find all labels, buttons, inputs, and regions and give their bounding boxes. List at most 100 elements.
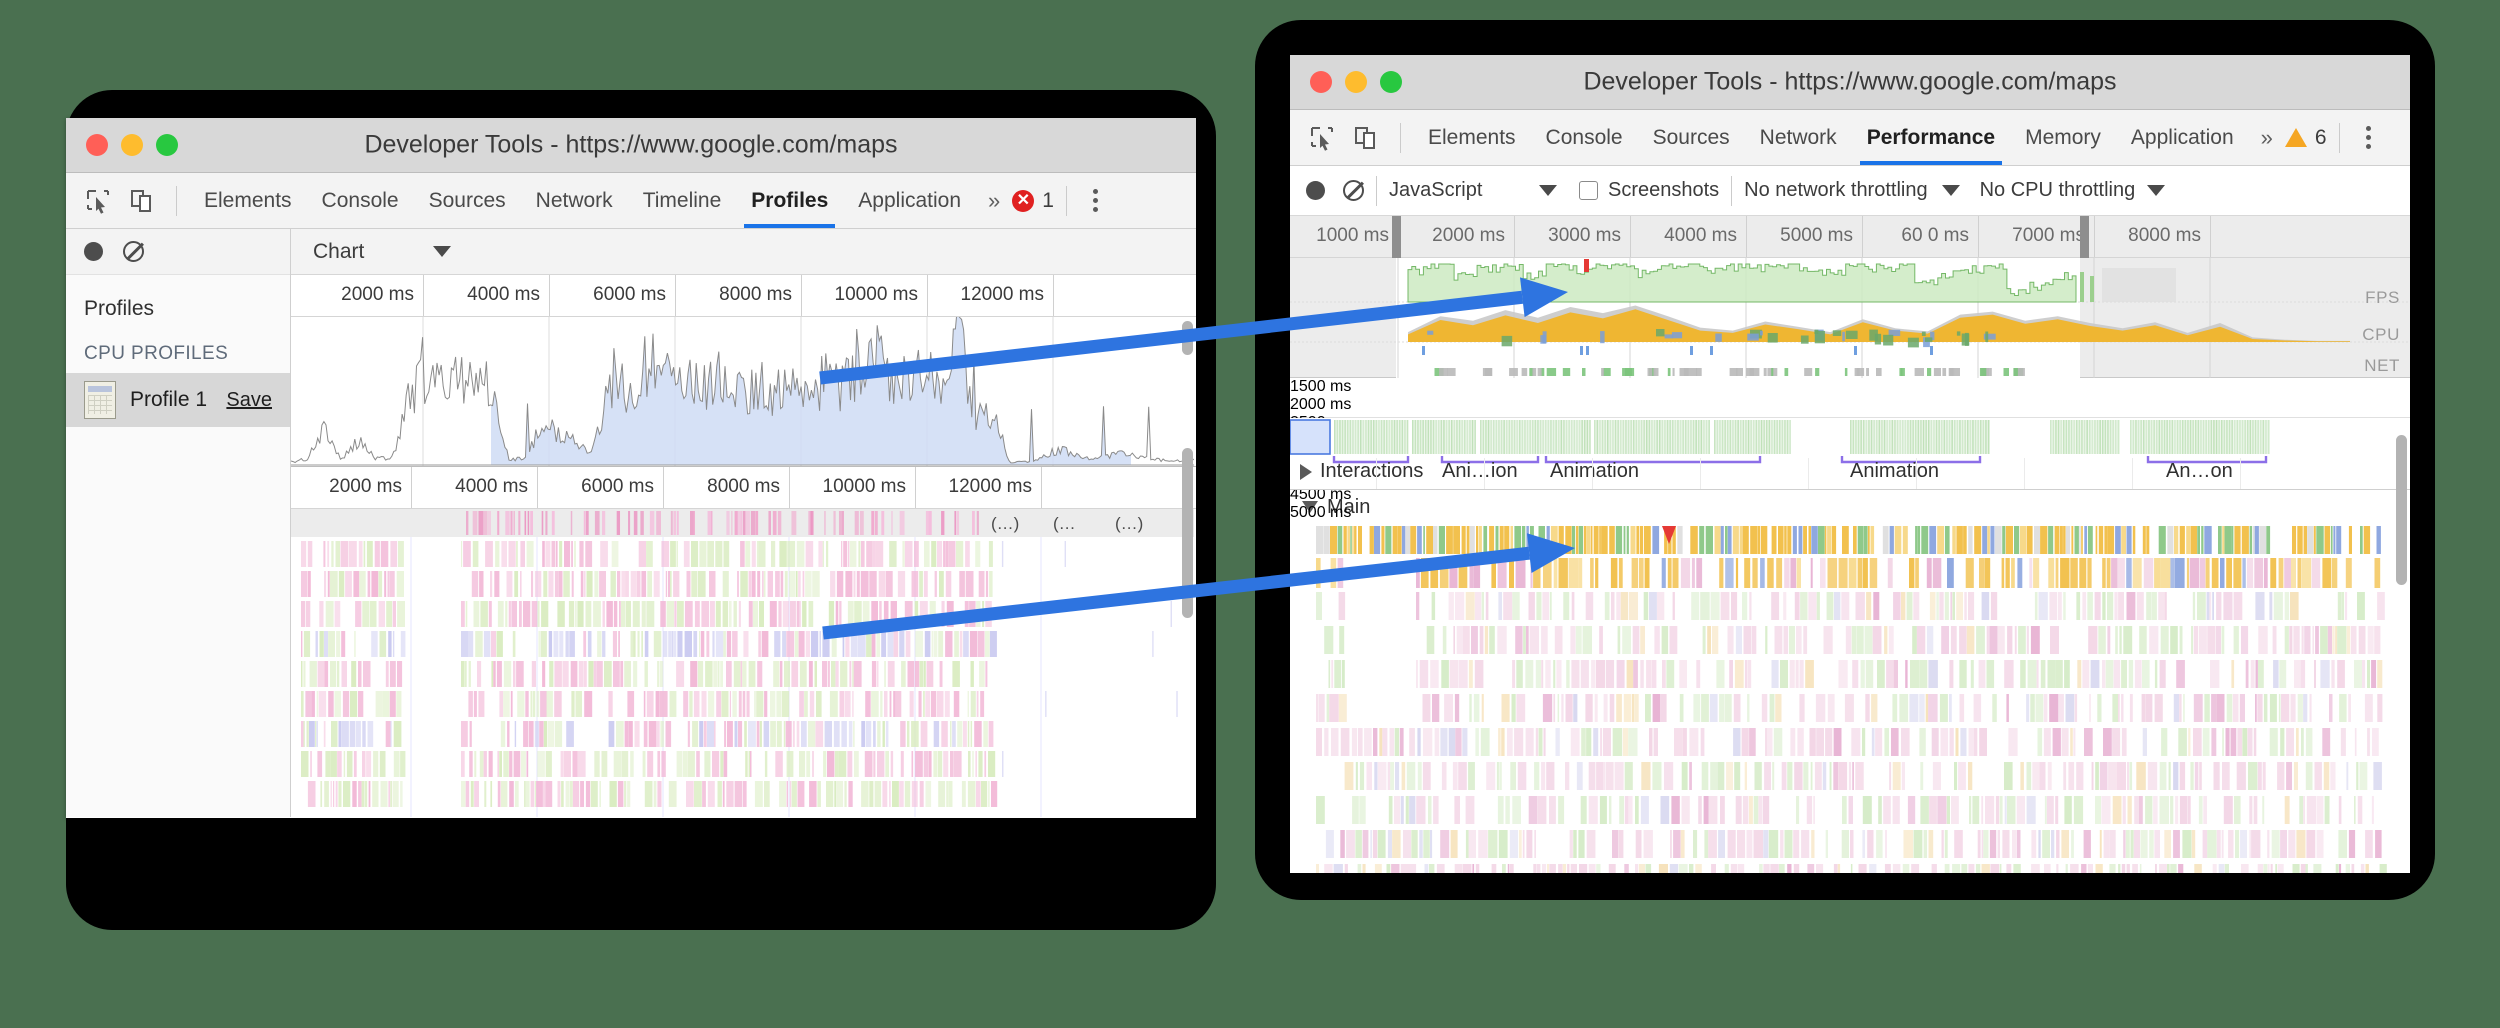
chevron-right-icon[interactable] — [1300, 464, 1312, 480]
ruler-tick — [915, 467, 916, 508]
overview-window-handle-right[interactable] — [2080, 216, 2089, 258]
profile-type-label[interactable]: JavaScript — [1389, 179, 1539, 202]
right-window-title: Developer Tools - https://www.google.com… — [1290, 68, 2410, 97]
left-window-body: Profiles CPU PROFILES Profile 1 Save Cha… — [66, 229, 1196, 817]
more-tabs-icon[interactable]: » — [976, 188, 1012, 214]
toolbar-divider-2 — [1066, 186, 1067, 216]
ruler-tick-label: 8000 ms — [719, 284, 801, 306]
ruler-tick — [675, 275, 676, 316]
left-devtools-window: Developer Tools - https://www.google.com… — [66, 118, 1196, 818]
inspect-element-icon[interactable] — [1305, 121, 1339, 155]
tab-network[interactable]: Network — [521, 173, 628, 228]
ruler-tick-label: 4000 ms — [455, 476, 537, 498]
cpu-profile-overview-chart[interactable] — [291, 317, 1196, 467]
chevron-down-icon[interactable] — [433, 246, 451, 257]
ruler-tick-label: 10000 ms — [835, 284, 927, 306]
chevron-down-icon[interactable] — [1942, 185, 1960, 196]
ruler-tick-label: 2000 ms — [1432, 225, 1514, 247]
cpu-throttling-label[interactable]: No CPU throttling — [1980, 179, 2136, 202]
ruler-tick-label: 1500 ms — [1290, 378, 2410, 396]
kebab-menu-icon[interactable] — [2352, 126, 2385, 149]
overview-scrollbar[interactable] — [1182, 321, 1193, 355]
screenshots-checkbox[interactable] — [1579, 181, 1598, 200]
cpu-overview-svg — [291, 317, 1194, 467]
ruler-tick-label: 5000 ms — [1290, 504, 2410, 522]
ruler-tick — [2210, 216, 2211, 257]
ruler-tick — [2094, 216, 2095, 257]
svg-text:(…): (…) — [1115, 514, 1143, 533]
ruler-tick — [801, 275, 802, 316]
inspect-element-icon[interactable] — [81, 184, 115, 218]
ruler-tick-label: 5000 ms — [1780, 225, 1862, 247]
animation-label-3: Animation — [1850, 460, 1939, 483]
main-flame-chart[interactable] — [1290, 524, 2410, 873]
ruler-tick-label: 6000 ms — [581, 476, 663, 498]
tab-timeline[interactable]: Timeline — [628, 173, 737, 228]
gridline — [2132, 458, 2133, 489]
screenshots-label[interactable]: Screenshots — [1608, 179, 1719, 202]
toolbar-divider — [176, 186, 177, 216]
ruler-tick — [537, 467, 538, 508]
main-flame-scrollbar[interactable] — [2396, 435, 2407, 585]
overview-window-handle-left[interactable] — [1392, 216, 1401, 258]
sidebar-header: Profiles — [66, 275, 290, 331]
ruler-tick-label: 2000 ms — [341, 284, 423, 306]
network-throttling-label[interactable]: No network throttling — [1744, 179, 1927, 202]
cpu-profile-icon — [84, 381, 116, 419]
tab-performance[interactable]: Performance — [1852, 110, 2010, 165]
left-titlebar: Developer Tools - https://www.google.com… — [66, 118, 1196, 173]
record-icon[interactable] — [1306, 181, 1325, 200]
gridline — [2240, 458, 2241, 489]
warning-icon — [2285, 128, 2307, 147]
tab-sources[interactable]: Sources — [1638, 110, 1745, 165]
chevron-down-icon[interactable] — [2147, 185, 2165, 196]
tab-elements[interactable]: Elements — [1413, 110, 1531, 165]
kebab-menu-icon[interactable] — [1079, 189, 1112, 212]
left-tab-list: Elements Console Sources Network Timelin… — [189, 173, 976, 228]
tab-console[interactable]: Console — [307, 173, 414, 228]
ruler-tick-label: 60 0 ms — [1901, 225, 1978, 247]
view-mode-label: Chart — [313, 240, 433, 264]
ruler-tick — [411, 467, 412, 508]
clear-icon[interactable] — [123, 241, 144, 262]
profiles-sidebar-toolbar — [66, 229, 290, 275]
overview-row-label-fps: FPS — [2365, 288, 2400, 308]
ruler-tick-label: 1000 ms — [1316, 225, 1398, 247]
tab-profiles[interactable]: Profiles — [736, 173, 843, 228]
performance-overview[interactable]: FPS CPU NET — [1290, 258, 2410, 378]
tab-console[interactable]: Console — [1531, 110, 1638, 165]
tab-network[interactable]: Network — [1745, 110, 1852, 165]
sidebar-item-profile-1[interactable]: Profile 1 Save — [66, 373, 290, 427]
error-count-badge[interactable]: ✕ 1 — [1012, 189, 1054, 213]
tab-application[interactable]: Application — [2116, 110, 2249, 165]
detail-ruler: 2000 ms4000 ms6000 ms8000 ms10000 ms1200… — [291, 467, 1196, 509]
interactions-track[interactable]: InteractionsAni…ionAnimationAnimationAn…… — [1290, 418, 2410, 490]
tab-elements[interactable]: Elements — [189, 173, 307, 228]
svg-text:(…): (…) — [991, 514, 1019, 533]
ruler-tick — [1041, 467, 1042, 508]
right-tab-list: Elements Console Sources Network Perform… — [1413, 110, 2249, 165]
tab-application[interactable]: Application — [843, 173, 976, 228]
flame-chart-scrollbar[interactable] — [1182, 448, 1193, 618]
sidebar-section-cpu-profiles: CPU PROFILES — [66, 331, 290, 373]
animation-label-4: An…on — [2166, 460, 2233, 483]
save-link[interactable]: Save — [226, 389, 272, 412]
record-icon[interactable] — [84, 242, 103, 261]
ruler-tick-label: 12000 ms — [961, 284, 1053, 306]
clear-icon[interactable] — [1343, 180, 1364, 201]
chevron-down-icon[interactable] — [1539, 185, 1557, 196]
detail-ruler: 1500 ms2000 ms2500 ms3000 ms3500 ms4000 … — [1290, 378, 2410, 418]
tab-memory[interactable]: Memory — [2010, 110, 2116, 165]
gridline — [1376, 458, 1377, 489]
tab-sources[interactable]: Sources — [414, 173, 521, 228]
ruler-tick-label: 2000 ms — [329, 476, 411, 498]
warning-count-label: 6 — [2315, 126, 2327, 150]
svg-text:(…: (… — [1053, 514, 1076, 533]
device-toolbar-icon[interactable] — [125, 184, 159, 218]
warning-count-badge[interactable]: 6 — [2285, 126, 2327, 150]
flame-chart[interactable]: (…) (… (…) — [291, 509, 1196, 817]
profile-view-selector[interactable]: Chart — [291, 229, 1196, 275]
device-toolbar-icon[interactable] — [1349, 121, 1383, 155]
more-tabs-icon[interactable]: » — [2249, 125, 2285, 151]
right-devtools-window: Developer Tools - https://www.google.com… — [1290, 55, 2410, 873]
